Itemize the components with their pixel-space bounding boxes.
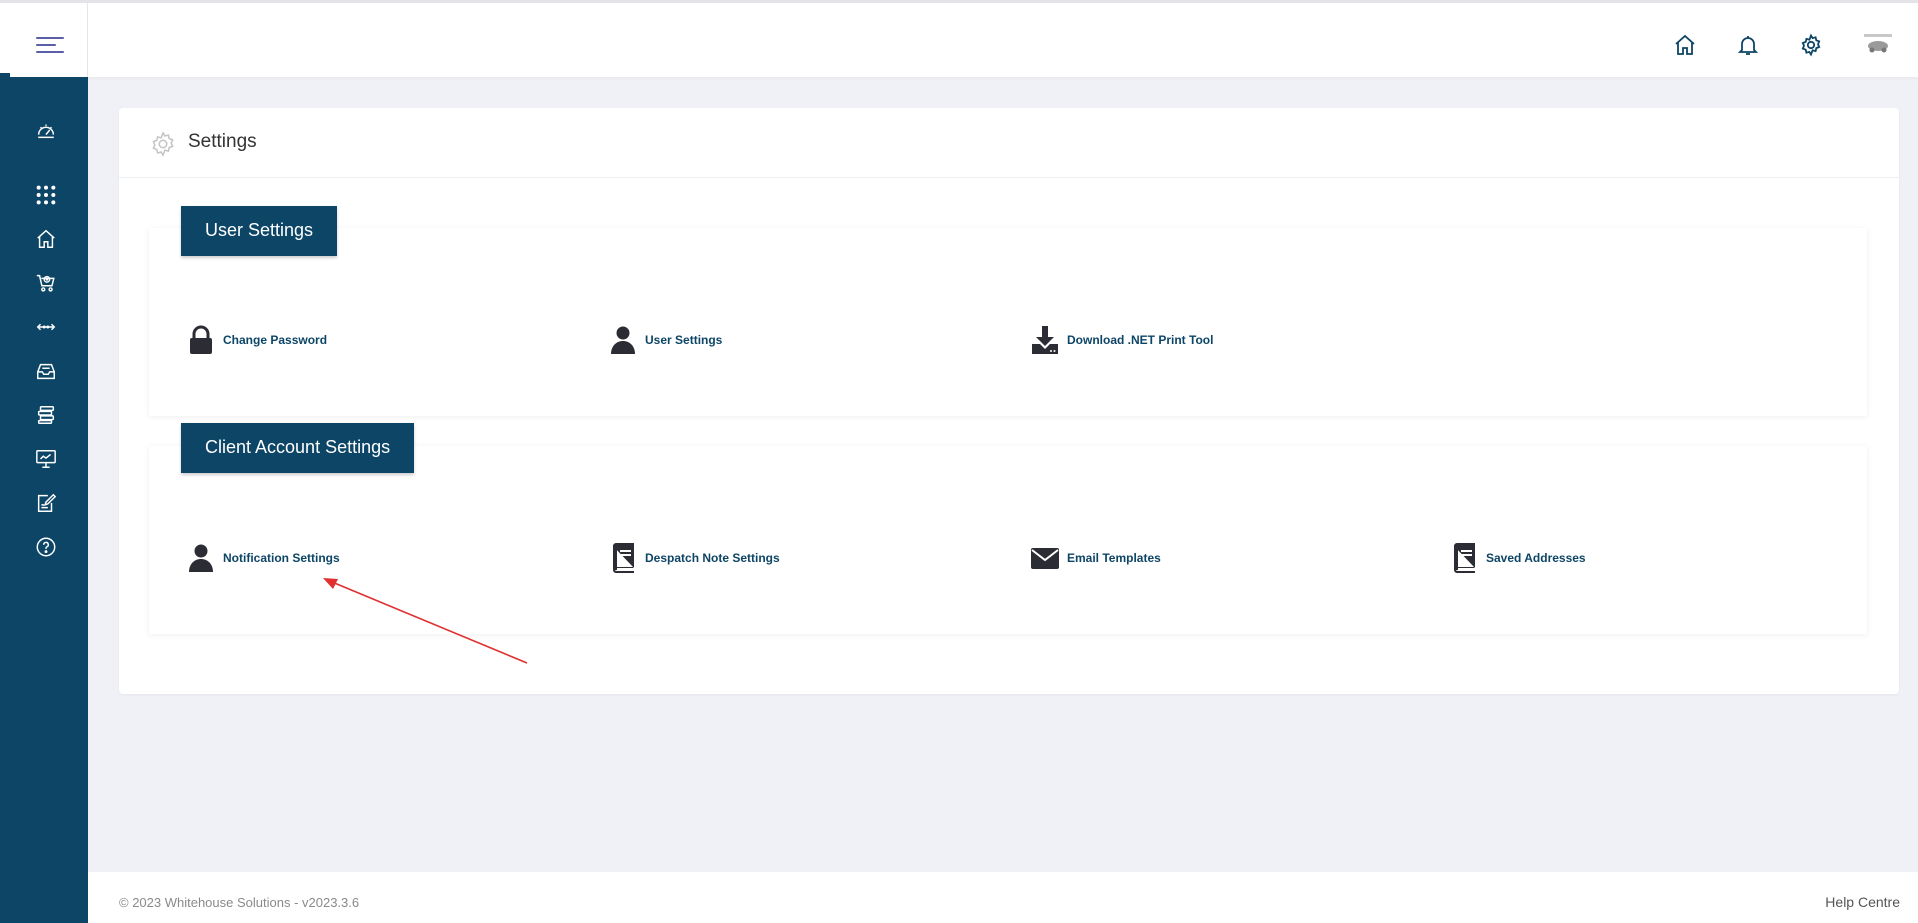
client-account-settings-section: Notification Settings Despatch Note Sett… [149, 446, 1867, 634]
change-password-link[interactable]: Change Password [187, 325, 327, 355]
notification-settings-label: Notification Settings [223, 551, 340, 565]
user-icon [189, 544, 213, 572]
user-icon [611, 326, 635, 354]
top-header [88, 3, 1918, 77]
apps-grid-icon[interactable] [34, 183, 58, 207]
download-icon [1032, 326, 1058, 354]
user-settings-section: Change Password User Settings Download .… [149, 228, 1867, 416]
home-icon[interactable] [1672, 32, 1698, 58]
settings-gear-icon [152, 131, 174, 157]
inbox-icon[interactable] [34, 359, 58, 383]
sidebar [0, 77, 88, 923]
user-settings-link[interactable]: User Settings [609, 325, 722, 355]
despatch-note-settings-label: Despatch Note Settings [645, 551, 780, 565]
avatar[interactable] [1862, 33, 1894, 57]
bell-icon[interactable] [1735, 32, 1761, 58]
cart-icon[interactable] [34, 271, 58, 295]
sidebar-header [0, 3, 88, 77]
saved-addresses-link[interactable]: Saved Addresses [1450, 543, 1586, 573]
change-password-label: Change Password [223, 333, 328, 347]
despatch-note-settings-link[interactable]: Despatch Note Settings [609, 543, 780, 573]
card-header: Settings [119, 108, 1899, 178]
help-icon[interactable] [34, 535, 58, 559]
user-settings-label: User Settings [645, 333, 723, 347]
book-icon [613, 543, 634, 573]
download-print-tool-link[interactable]: Download .NET Print Tool [1031, 325, 1213, 355]
lock-icon [190, 325, 212, 354]
edit-icon[interactable] [34, 491, 58, 515]
stack-icon[interactable] [34, 403, 58, 427]
download-print-tool-label: Download .NET Print Tool [1067, 333, 1214, 347]
notification-settings-link[interactable]: Notification Settings [187, 543, 340, 573]
dashboard-icon[interactable] [34, 118, 58, 142]
book-icon [1454, 543, 1475, 573]
footer: © 2023 Whitehouse Solutions - v2023.3.6 … [88, 872, 1918, 923]
client-account-settings-heading: Client Account Settings [181, 423, 415, 473]
transfer-icon[interactable] [34, 315, 58, 339]
email-templates-label: Email Templates [1067, 551, 1161, 565]
monitor-icon[interactable] [34, 447, 58, 471]
gear-icon[interactable] [1798, 32, 1824, 58]
email-templates-link[interactable]: Email Templates [1031, 543, 1161, 573]
user-settings-heading: User Settings [181, 206, 338, 256]
envelope-icon [1031, 548, 1059, 569]
help-centre-link[interactable]: Help Centre [1825, 894, 1900, 910]
home-icon[interactable] [34, 227, 58, 251]
menu-toggle-icon[interactable] [36, 35, 64, 55]
saved-addresses-label: Saved Addresses [1486, 551, 1586, 565]
copyright-text: © 2023 Whitehouse Solutions - v2023.3.6 [119, 895, 360, 910]
page-title: Settings [188, 131, 257, 152]
settings-card: Settings Change Password User Settings D… [119, 108, 1899, 694]
